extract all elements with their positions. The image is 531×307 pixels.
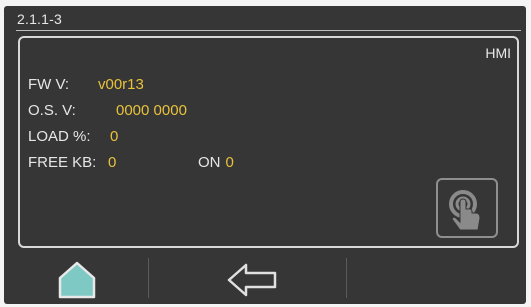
on-label: ON [198, 154, 221, 171]
touch-hand-icon [449, 190, 481, 231]
on-row: ON 0 [198, 154, 234, 171]
free-kb-label: FREE KB: [28, 154, 97, 171]
load-label: LOAD %: [28, 128, 91, 145]
breadcrumb: 2.1.1-3 [17, 11, 62, 27]
os-version-value: 0000 0000 [116, 102, 187, 119]
os-version-label: O.S. V: [28, 102, 76, 119]
load-row: LOAD %: 0 [28, 128, 118, 145]
hmi-screen: 2.1.1-3 HMI FW V: v00r13 O.S. V: 0000 00… [4, 6, 526, 304]
footer-divider [346, 258, 347, 298]
home-icon [58, 261, 96, 299]
home-button[interactable] [56, 258, 98, 300]
os-version-row: O.S. V: 0000 0000 [28, 102, 187, 119]
footer-bar [4, 252, 526, 304]
touch-button[interactable] [436, 178, 498, 238]
footer-divider [148, 258, 149, 298]
free-kb-row: FREE KB: 0 [28, 154, 116, 171]
back-button[interactable] [226, 260, 278, 300]
fw-version-value: v00r13 [98, 76, 144, 93]
hmi-badge: HMI [485, 45, 511, 61]
arrow-left-icon [227, 263, 277, 297]
info-panel: HMI FW V: v00r13 O.S. V: 0000 0000 LOAD … [18, 36, 519, 248]
fw-version-label: FW V: [28, 76, 70, 93]
on-value: 0 [225, 154, 234, 171]
load-value: 0 [110, 128, 119, 145]
free-kb-value: 0 [108, 154, 117, 171]
fw-version-row: FW V: v00r13 [28, 76, 144, 93]
breadcrumb-divider [16, 30, 521, 31]
